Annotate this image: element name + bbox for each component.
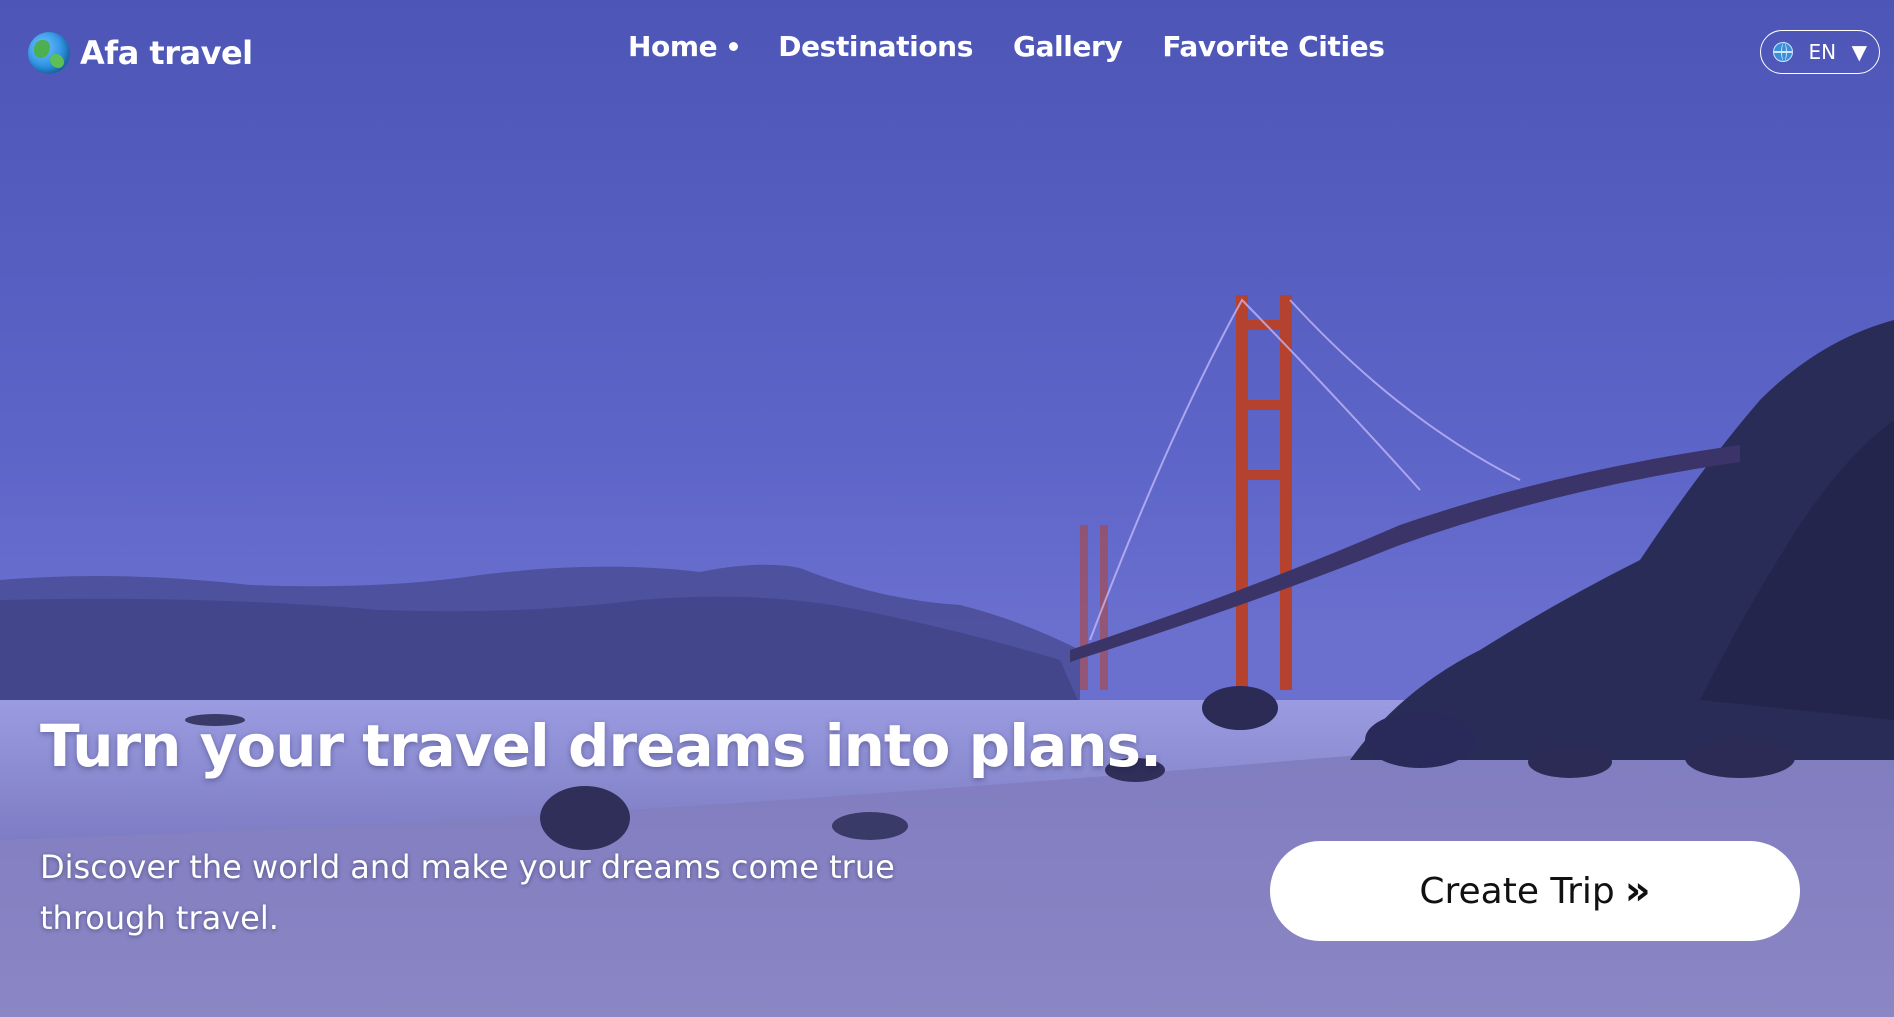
hero-headline: Turn your travel dreams into plans. bbox=[40, 712, 1162, 780]
top-navigation: Afa travel Home Destinations Gallery Fav… bbox=[0, 0, 1894, 104]
globe-icon bbox=[28, 32, 70, 74]
main-menu: Home Destinations Gallery Favorite Citie… bbox=[628, 30, 1425, 63]
brand-logo[interactable]: Afa travel bbox=[28, 32, 253, 74]
hero-subtext: Discover the world and make your dreams … bbox=[40, 848, 895, 937]
create-trip-button[interactable]: Create Trip » bbox=[1270, 841, 1800, 941]
globe-icon bbox=[1773, 42, 1793, 62]
nav-item-favorite-cities[interactable]: Favorite Cities bbox=[1162, 30, 1385, 63]
language-selector[interactable]: EN ▼ bbox=[1760, 30, 1880, 74]
nav-item-label: Favorite Cities bbox=[1162, 30, 1385, 63]
hero-section: Afa travel Home Destinations Gallery Fav… bbox=[0, 0, 1894, 1017]
nav-item-label: Gallery bbox=[1012, 30, 1123, 63]
language-value: EN bbox=[1808, 40, 1837, 64]
nav-item-label: Destinations bbox=[778, 30, 973, 63]
create-trip-label: Create Trip bbox=[1419, 870, 1615, 912]
chevron-down-icon: ▼ bbox=[1851, 40, 1867, 64]
brand-name: Afa travel bbox=[80, 34, 253, 72]
nav-item-gallery[interactable]: Gallery bbox=[1012, 30, 1123, 63]
nav-item-label: Home bbox=[628, 30, 718, 63]
double-chevron-right-icon: » bbox=[1624, 868, 1651, 914]
nav-item-home[interactable]: Home bbox=[628, 30, 739, 63]
nav-item-destinations[interactable]: Destinations bbox=[778, 30, 973, 63]
active-indicator-dot bbox=[729, 42, 739, 51]
